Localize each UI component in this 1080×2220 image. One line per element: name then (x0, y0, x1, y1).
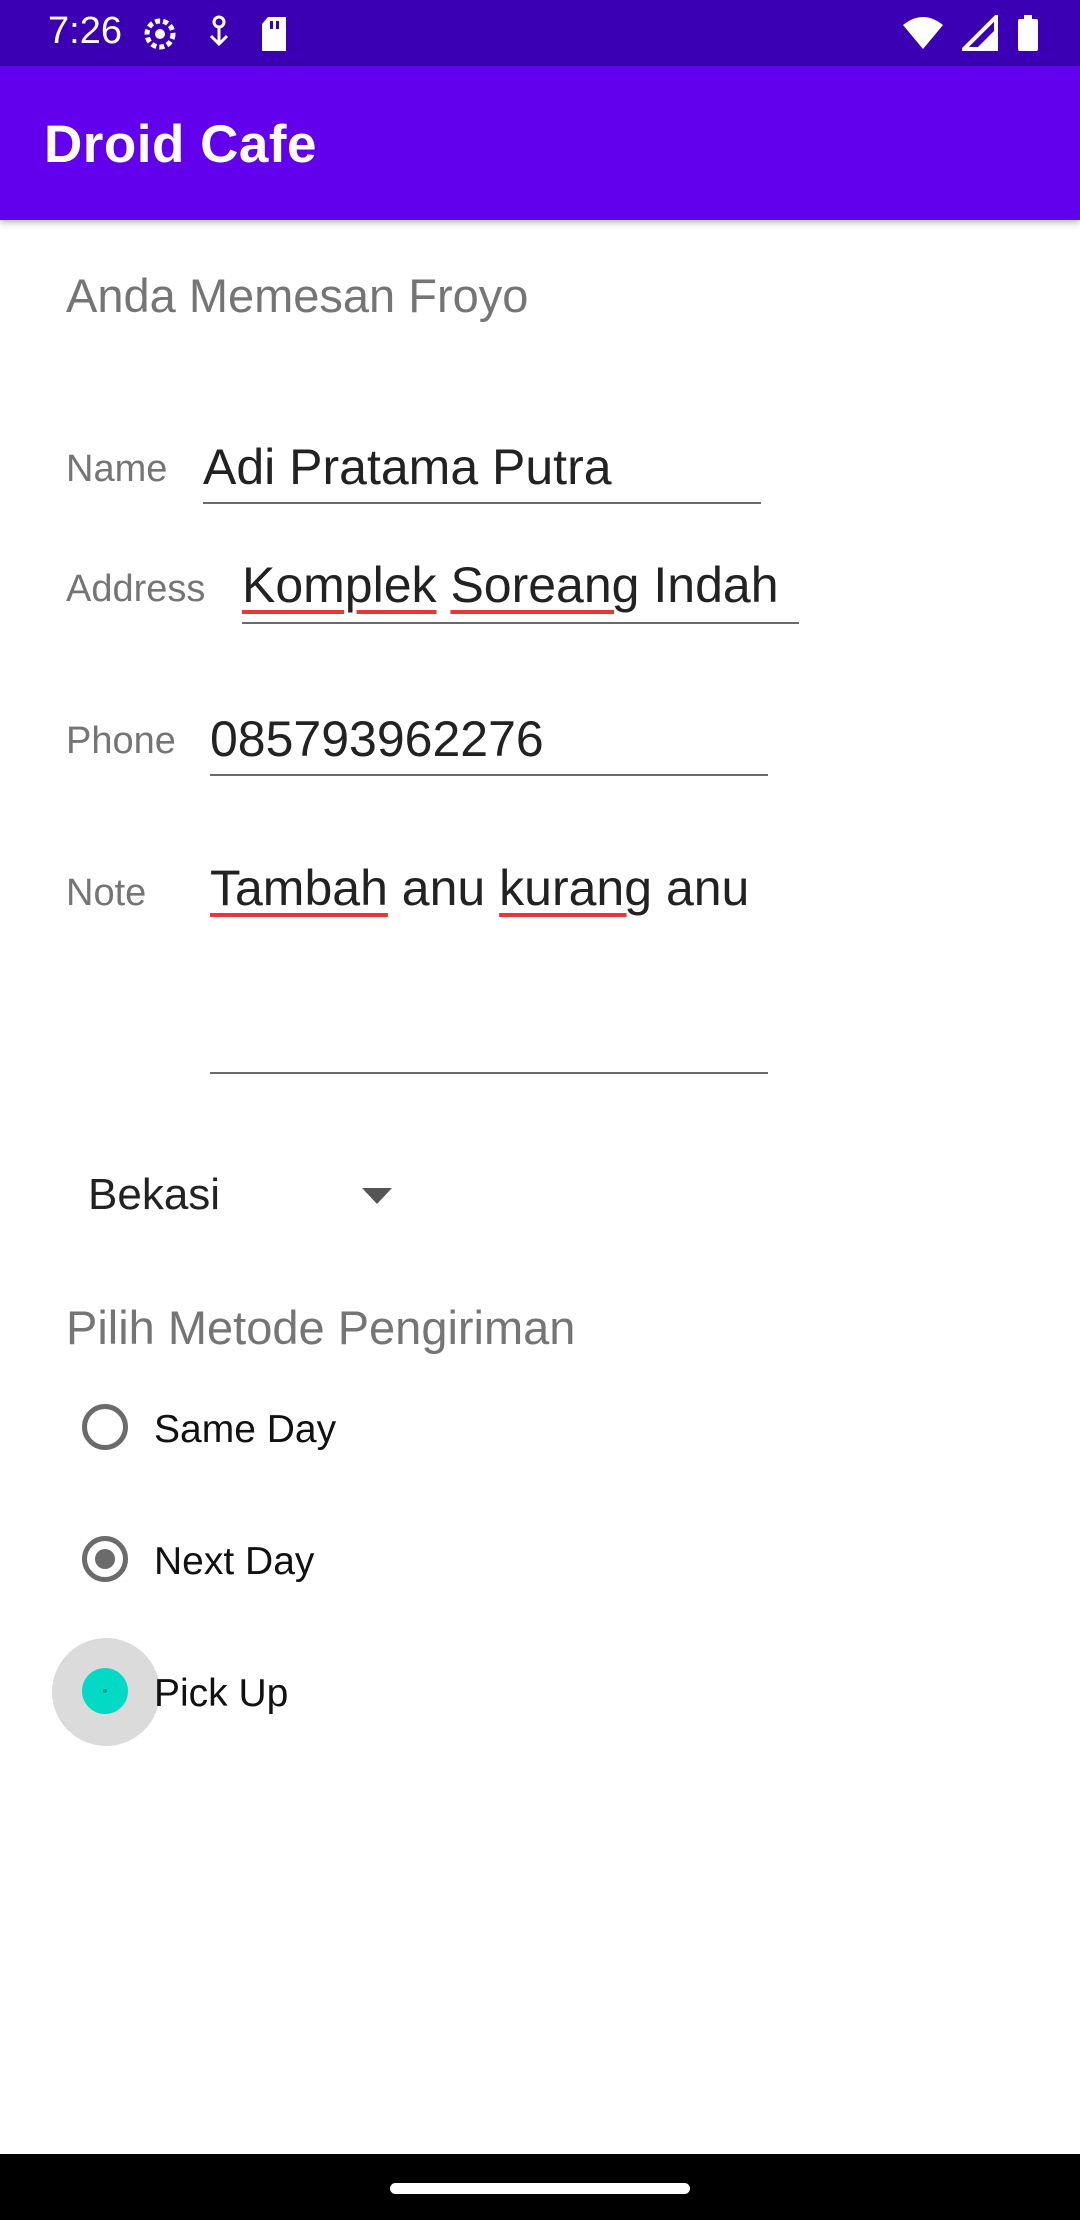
phone-label: Phone (66, 720, 176, 762)
note-word: kurang (499, 860, 653, 916)
spinner-value: Bekasi (88, 1170, 221, 1219)
address-value: Komplek Soreang Indah (242, 556, 779, 614)
delivery-section-title: Pilih Metode Pengiriman (66, 1301, 576, 1354)
name-label: Name (66, 448, 168, 490)
signal-icon (959, 12, 998, 56)
city-spinner[interactable]: Bekasi (88, 1164, 408, 1234)
address-label: Address (66, 568, 206, 610)
radio-checked-icon (82, 1536, 128, 1582)
address-word: Indah (653, 557, 779, 613)
status-icons-left (140, 14, 290, 59)
radio-label: Next Day (154, 1540, 315, 1583)
phone-field[interactable] (210, 704, 768, 776)
order-title: Anda Memesan Froyo (66, 269, 529, 322)
app-title: Droid Cafe (44, 115, 317, 174)
app-bar: Droid Cafe (0, 66, 1080, 220)
radio-label: Same Day (154, 1408, 337, 1451)
radio-same-day[interactable]: Same Day (54, 1380, 654, 1480)
address-word: Soreang (450, 557, 640, 613)
sd-card-icon (258, 14, 290, 59)
radio-unchecked-icon (82, 1404, 128, 1450)
radio-pick-up[interactable]: Pick Up (52, 1638, 654, 1746)
address-word: Komplek (242, 557, 437, 613)
battery-icon (1016, 14, 1040, 57)
dropdown-arrow-icon (362, 1188, 392, 1204)
radio-next-day[interactable]: Next Day (54, 1512, 654, 1612)
note-word: Tambah (210, 860, 388, 916)
note-word: anu (401, 860, 486, 916)
radio-label: Pick Up (154, 1672, 289, 1715)
radio-pressed-icon (82, 1668, 128, 1714)
status-time: 7:26 (48, 10, 122, 52)
navigation-bar (0, 2154, 1080, 2220)
wifi-icon (902, 15, 944, 56)
home-gesture-handle[interactable] (390, 2183, 690, 2194)
usb-debug-icon (204, 14, 234, 59)
note-label: Note (66, 872, 147, 914)
status-bar: 7:26 (0, 0, 1080, 66)
name-field[interactable] (203, 432, 761, 504)
status-icons-right (902, 12, 1040, 57)
settings-icon (140, 14, 180, 59)
note-value: Tambah anu kurang anu (210, 859, 749, 917)
note-word: anu (665, 860, 750, 916)
